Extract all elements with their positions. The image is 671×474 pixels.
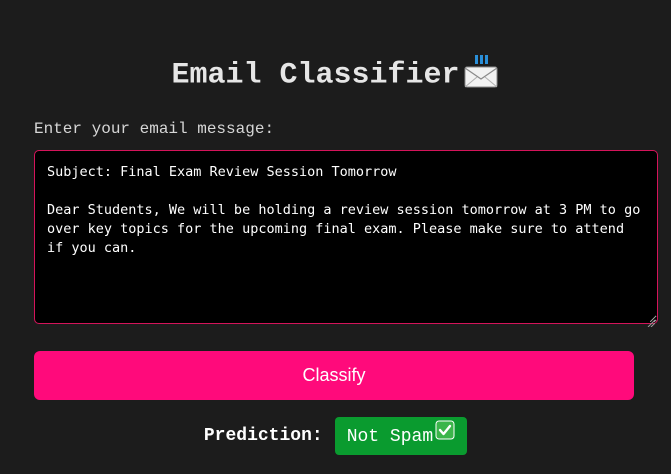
app-page: Email Classifier Enter your email messag… <box>0 0 671 474</box>
prediction-badge: Not Spam <box>334 417 468 455</box>
classify-button[interactable]: Classify <box>34 351 634 400</box>
header: Email Classifier <box>0 55 671 93</box>
prediction-value: Not Spam <box>346 426 434 447</box>
email-message-input[interactable]: Subject: Final Exam Review Session Tomor… <box>34 150 658 324</box>
page-title: Email Classifier <box>171 58 460 93</box>
prediction-label: Prediction: <box>203 426 323 446</box>
check-mark-icon <box>435 420 455 449</box>
envelope-with-arrow-icon <box>462 54 500 93</box>
email-input-label: Enter your email message: <box>34 120 275 138</box>
textarea-resize-handle[interactable] <box>647 314 656 328</box>
prediction-row: Prediction: Not Spam <box>0 417 671 455</box>
